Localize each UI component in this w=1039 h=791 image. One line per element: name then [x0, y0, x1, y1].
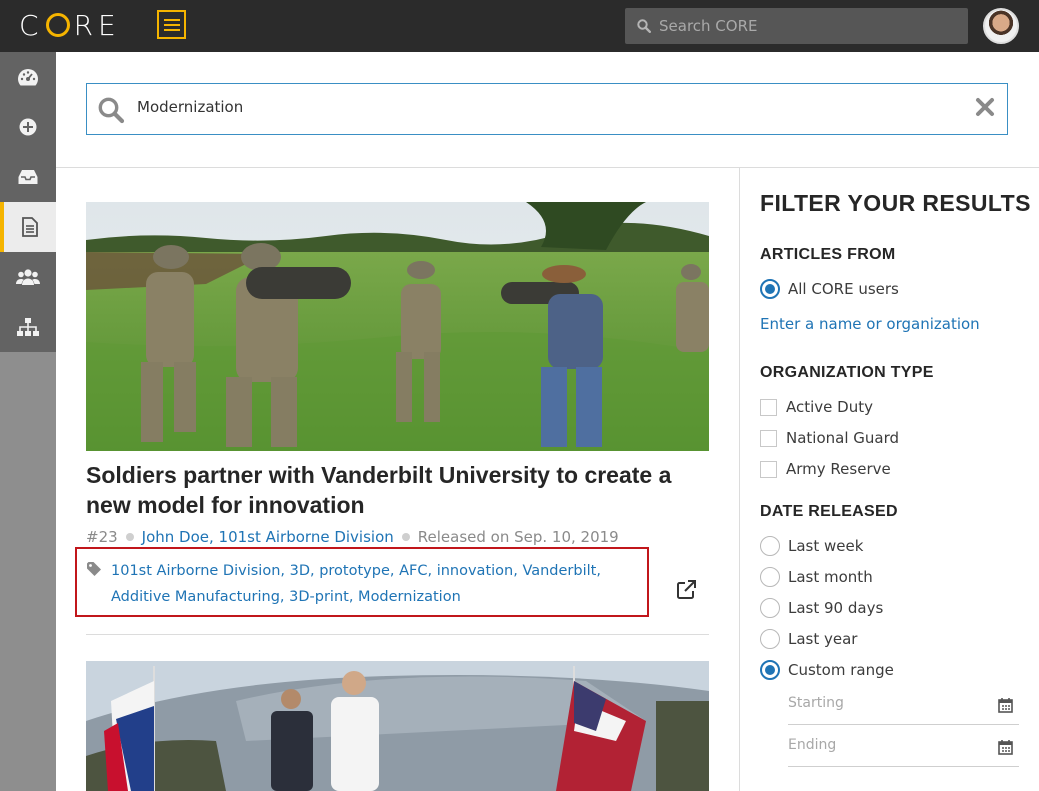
article-tags[interactable]: 101st Airborne Division, 3D, prototype, … [111, 558, 646, 610]
article-meta: #23 John Doe, 101st Airborne Division Re… [86, 528, 619, 546]
checkbox[interactable] [760, 398, 777, 416]
radio-last-year[interactable]: Last year [760, 628, 857, 650]
radio-selected[interactable] [760, 660, 780, 680]
radio[interactable] [760, 567, 780, 587]
radio-all-core-users[interactable]: All CORE users [760, 278, 899, 300]
search-icon [637, 19, 651, 33]
radio[interactable] [760, 598, 780, 618]
filter-title: FILTER YOUR RESULTS [760, 190, 1031, 216]
menu-icon-bar [163, 18, 180, 21]
sidebar-item-dashboard[interactable] [0, 52, 56, 102]
article-search-input[interactable] [137, 98, 937, 116]
sidebar-item-organization[interactable] [0, 302, 56, 352]
radio-label: All CORE users [788, 280, 899, 298]
document-icon [22, 217, 38, 237]
sidebar-item-add[interactable] [0, 102, 56, 152]
article-image[interactable] [86, 202, 709, 451]
radio-label: Last month [788, 568, 873, 586]
radio-custom-range[interactable]: Custom range [760, 659, 894, 681]
menu-icon-bar [163, 23, 180, 26]
radio-label: Last year [788, 630, 858, 648]
radio[interactable] [760, 536, 780, 556]
radio[interactable] [760, 629, 780, 649]
divider [739, 168, 740, 791]
calendar-icon[interactable] [998, 697, 1013, 713]
checkbox-label: Active Duty [786, 398, 873, 416]
inbox-icon [18, 170, 38, 184]
radio-label: Custom range [788, 661, 894, 679]
users-icon [16, 269, 40, 285]
checkbox-active-duty[interactable]: Active Duty [760, 396, 873, 418]
menu-button[interactable] [157, 10, 186, 39]
top-bar: CORE [0, 0, 1039, 52]
article-author-link[interactable]: John Doe, 101st Airborne Division [142, 528, 394, 546]
starting-date-field[interactable] [788, 685, 1019, 725]
separator-dot [125, 533, 134, 541]
avatar[interactable] [983, 8, 1019, 44]
article-image[interactable] [86, 661, 709, 791]
logo-letters-re: RE [73, 8, 121, 42]
article-number: #23 [86, 528, 118, 546]
external-link-icon[interactable] [676, 580, 697, 600]
checkbox[interactable] [760, 429, 777, 447]
sidebar-item-inbox[interactable] [0, 152, 56, 202]
sidebar-nav [0, 52, 56, 352]
starting-date-input[interactable] [788, 695, 978, 711]
global-search[interactable] [625, 8, 968, 44]
checkbox-army-reserve[interactable]: Army Reserve [760, 458, 891, 480]
enter-name-org-link[interactable]: Enter a name or organization [760, 315, 980, 333]
article-search[interactable] [86, 83, 1008, 135]
radio-label: Last 90 days [788, 599, 884, 617]
checkbox-label: Army Reserve [786, 460, 891, 478]
logo-o-ring: O [45, 13, 70, 37]
dashboard-icon [18, 69, 38, 86]
ending-date-field[interactable] [788, 727, 1019, 767]
ending-date-input[interactable] [788, 737, 978, 753]
radio-last-week[interactable]: Last week [760, 535, 863, 557]
close-icon[interactable] [975, 97, 995, 117]
checkbox-label: National Guard [786, 429, 900, 447]
divider [86, 634, 709, 635]
date-released-heading: DATE RELEASED [760, 503, 898, 520]
menu-icon-bar [163, 28, 180, 31]
logo-letter-c: C [19, 8, 44, 42]
calendar-icon[interactable] [998, 739, 1013, 755]
radio-last-90-days[interactable]: Last 90 days [760, 597, 883, 619]
tag-icon [87, 562, 101, 576]
org-chart-icon [17, 318, 39, 336]
radio-label: Last week [788, 537, 864, 555]
radio-selected[interactable] [760, 279, 780, 299]
release-date: Released on Sep. 10, 2019 [417, 528, 619, 546]
divider [56, 167, 1039, 168]
core-logo[interactable]: CORE [19, 8, 121, 42]
checkbox-national-guard[interactable]: National Guard [760, 427, 899, 449]
article-title[interactable]: Soldiers partner with Vanderbilt Univers… [86, 460, 706, 520]
sidebar-item-users[interactable] [0, 252, 56, 302]
search-icon [98, 97, 125, 124]
global-search-input[interactable] [659, 17, 949, 35]
radio-last-month[interactable]: Last month [760, 566, 873, 588]
add-circle-icon [19, 118, 37, 136]
separator-dot [401, 533, 410, 541]
articles-from-heading: ARTICLES FROM [760, 246, 896, 263]
checkbox[interactable] [760, 460, 777, 478]
organization-type-heading: ORGANIZATION TYPE [760, 364, 934, 381]
sidebar-item-articles[interactable] [0, 202, 56, 252]
